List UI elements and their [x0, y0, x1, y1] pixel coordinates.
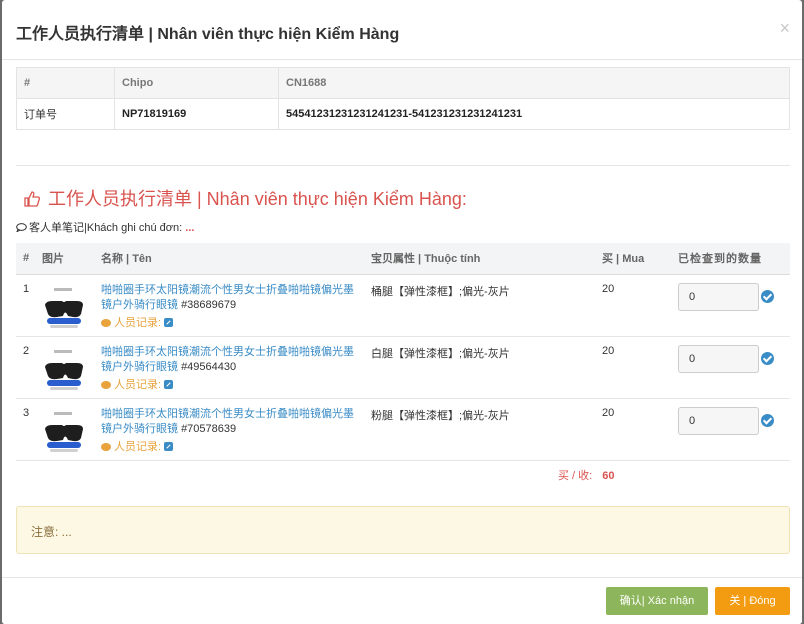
table-row: 1 啪啪圈手环太阳镜潮流个性男女士折叠啪啪镜偏光墨镜户外骑行眼镜 #386896… — [16, 274, 790, 337]
product-sku: #38689679 — [181, 298, 237, 311]
divider — [16, 165, 790, 166]
product-name-cell: 啪啪圈手环太阳镜潮流个性男女士折叠啪啪镜偏光墨镜户外骑行眼镜 #49564430… — [94, 336, 364, 399]
notice-text: 注意: ... — [31, 525, 72, 539]
info-col-chipo: Chipo — [114, 67, 279, 99]
total-summary: 买 / 收: 60 — [558, 467, 614, 483]
product-thumbnail[interactable] — [42, 344, 86, 395]
buy-quantity: 20 — [595, 398, 671, 461]
product-name-cell: 啪啪圈手环太阳镜潮流个性男女士折叠啪啪镜偏光墨镜户外骑行眼镜 #38689679… — [94, 274, 364, 337]
product-thumbnail[interactable] — [42, 282, 86, 333]
product-sku: #49564430 — [181, 360, 237, 373]
row-number: 2 — [16, 336, 38, 399]
item-rows: 1 啪啪圈手环太阳镜潮流个性男女士折叠啪啪镜偏光墨镜户外骑行眼镜 #386896… — [16, 274, 790, 461]
product-attributes: 桶腿【弹性漆框】;偏光-灰片 — [364, 274, 595, 337]
cn1688-order-code: 54541231231231241231-541231231231241231 — [278, 98, 790, 130]
comment-icon — [101, 318, 111, 327]
customer-note: 客人单笔记|Khách ghi chú đơn: ... — [15, 219, 195, 235]
product-name-cell: 啪啪圈手环太阳镜潮流个性男女士折叠啪啪镜偏光墨镜户外骑行眼镜 #70578639… — [94, 398, 364, 461]
product-thumbnail-cell — [38, 336, 94, 399]
checked-quantity-input[interactable]: 0 — [678, 344, 759, 373]
chipo-order-code: NP71819169 — [114, 98, 279, 130]
staff-record: 人员记录: — [101, 376, 357, 392]
col-buy: 买 | Mua — [595, 243, 671, 275]
comment-icon — [101, 442, 111, 451]
product-thumbnail-cell — [38, 274, 94, 337]
table-row: 2 啪啪圈手环太阳镜潮流个性男女士折叠啪啪镜偏光墨镜户外骑行眼镜 #495644… — [16, 336, 790, 399]
modal-header: 工作人员执行清单 | Nhân viên thực hiện Kiểm Hàng… — [2, 0, 802, 60]
edit-icon[interactable] — [164, 379, 174, 389]
product-thumbnail[interactable] — [42, 406, 86, 457]
buy-quantity: 20 — [595, 274, 671, 337]
customer-note-value: ... — [185, 222, 195, 234]
table-row: 3 啪啪圈手环太阳镜潮流个性男女士折叠啪啪镜偏光墨镜户外骑行眼镜 #705786… — [16, 398, 790, 461]
comment-icon — [15, 223, 27, 233]
product-sku: #70578639 — [181, 422, 237, 435]
checked-quantity-input[interactable]: 0 — [678, 406, 759, 435]
checked-quantity-cell: 0 — [671, 274, 790, 337]
checked-quantity-input[interactable]: 0 — [678, 282, 759, 311]
section-heading: 工作人员执行清单 | Nhân viên thực hiện Kiểm Hàng… — [24, 185, 467, 211]
staff-record: 人员记录: — [101, 314, 357, 330]
items-header: # 图片 名称 | Tên 宝贝属性 | Thuộc tính 买 | Mua … — [16, 243, 790, 275]
product-link[interactable]: 啪啪圈手环太阳镜潮流个性男女士折叠啪啪镜偏光墨镜户外骑行眼镜 #49564430 — [101, 345, 357, 375]
order-info-row: 订单号 NP71819169 54541231231231241231-5412… — [16, 98, 790, 130]
customer-note-label: 客人单笔记|Khách ghi chú đơn: — [29, 222, 183, 234]
col-num: # — [16, 243, 38, 275]
comment-icon — [101, 380, 111, 389]
thumbs-up-icon — [24, 191, 40, 207]
confirm-button[interactable]: 确认| Xác nhận — [606, 587, 708, 615]
product-attributes: 粉腿【弹性漆框】;偏光-灰片 — [364, 398, 595, 461]
product-thumbnail-cell — [38, 398, 94, 461]
info-col-hash: # — [16, 67, 115, 99]
row-number: 1 — [16, 274, 38, 337]
col-attributes: 宝贝属性 | Thuộc tính — [364, 243, 595, 275]
staff-record-label: 人员记录: — [114, 378, 162, 391]
info-col-cn1688: CN1688 — [278, 67, 790, 99]
col-image: 图片 — [38, 243, 94, 275]
product-link[interactable]: 啪啪圈手环太阳镜潮流个性男女士折叠啪啪镜偏光墨镜户外骑行眼镜 #70578639 — [101, 407, 357, 437]
close-button[interactable]: 关 | Đóng — [715, 587, 790, 615]
order-number-label: 订单号 — [16, 98, 115, 130]
section-title: 工作人员执行清单 | Nhân viên thực hiện Kiểm Hàng… — [48, 189, 467, 209]
check-circle-icon[interactable] — [761, 290, 774, 303]
staff-record: 人员记录: — [101, 438, 357, 454]
product-link[interactable]: 啪啪圈手环太阳镜潮流个性男女士折叠啪啪镜偏光墨镜户外骑行眼镜 #38689679 — [101, 283, 357, 313]
col-checked-qty: 已检查到的数量 — [671, 243, 790, 275]
check-circle-icon[interactable] — [761, 414, 774, 427]
modal-title: 工作人员执行清单 | Nhân viên thực hiện Kiểm Hàng — [16, 26, 400, 43]
modal-footer: 确认| Xác nhận 关 | Đóng — [2, 577, 802, 624]
product-attributes: 白腿【弹性漆框】;偏光-灰片 — [364, 336, 595, 399]
total-label: 买 / 收: — [558, 470, 593, 482]
items-table: # 图片 名称 | Tên 宝贝属性 | Thuộc tính 买 | Mua … — [16, 243, 790, 461]
buy-quantity: 20 — [595, 336, 671, 399]
col-name: 名称 | Tên — [94, 243, 364, 275]
total-value: 60 — [602, 470, 615, 482]
checked-quantity-cell: 0 — [671, 336, 790, 399]
check-circle-icon[interactable] — [761, 352, 774, 365]
modal-body: # Chipo CN1688 订单号 NP71819169 5454123123… — [2, 60, 802, 577]
staff-record-label: 人员记录: — [114, 440, 162, 453]
inspection-modal: 工作人员执行清单 | Nhân viên thực hiện Kiểm Hàng… — [2, 0, 802, 624]
row-number: 3 — [16, 398, 38, 461]
order-info-header: # Chipo CN1688 — [16, 67, 790, 99]
edit-icon[interactable] — [164, 317, 174, 327]
close-icon[interactable]: × — [779, 18, 790, 39]
edit-icon[interactable] — [164, 441, 174, 451]
notice-box: 注意: ... — [16, 506, 790, 554]
checked-quantity-cell: 0 — [671, 398, 790, 461]
staff-record-label: 人员记录: — [114, 316, 162, 329]
order-info-table: # Chipo CN1688 订单号 NP71819169 5454123123… — [16, 67, 790, 130]
